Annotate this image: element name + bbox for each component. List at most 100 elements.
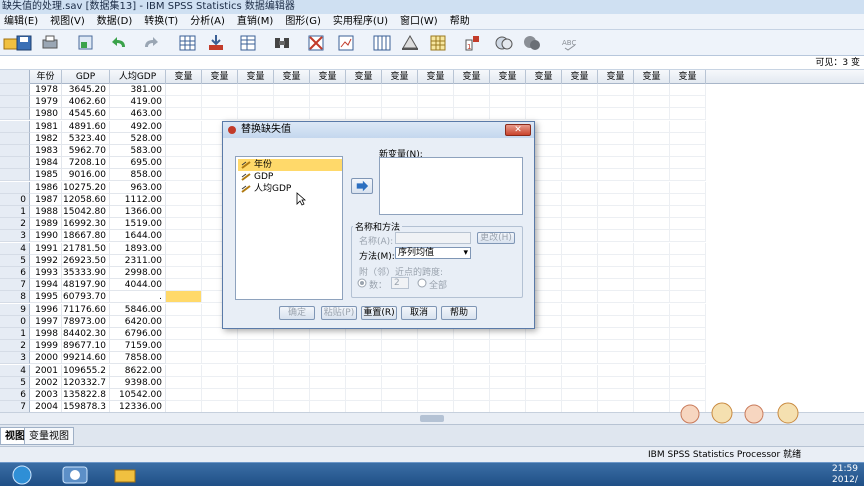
table-cell[interactable]: 7208.10: [62, 157, 110, 170]
table-cell[interactable]: 2311.00: [110, 254, 166, 267]
row-number[interactable]: 9: [0, 303, 30, 316]
empty-cell[interactable]: [562, 376, 598, 389]
column-header[interactable]: 变量: [418, 70, 454, 84]
empty-cell[interactable]: [670, 157, 706, 170]
row-number[interactable]: 0: [0, 193, 30, 206]
empty-cell[interactable]: [634, 254, 670, 267]
empty-cell[interactable]: [490, 401, 526, 412]
table-cell[interactable]: 5323.40: [62, 132, 110, 145]
empty-cell[interactable]: [598, 291, 634, 304]
menu-item[interactable]: 实用程序(U): [329, 14, 392, 30]
empty-cell[interactable]: [382, 96, 418, 109]
empty-cell[interactable]: [346, 328, 382, 340]
empty-cell[interactable]: [562, 132, 598, 145]
table-cell[interactable]: 1978: [30, 84, 62, 96]
goto-case-icon[interactable]: [178, 33, 198, 53]
table-cell[interactable]: 1996: [30, 303, 62, 316]
empty-cell[interactable]: [562, 315, 598, 328]
table-cell[interactable]: 159878.3: [62, 401, 110, 412]
empty-cell[interactable]: [670, 230, 706, 243]
column-header[interactable]: 变量: [490, 70, 526, 84]
row-number[interactable]: 2: [0, 218, 30, 231]
empty-cell[interactable]: [670, 303, 706, 316]
empty-cell[interactable]: [166, 376, 202, 389]
save-icon[interactable]: [14, 33, 34, 53]
column-header[interactable]: 变量: [382, 70, 418, 84]
table-cell[interactable]: 419.00: [110, 96, 166, 109]
empty-cell[interactable]: [562, 145, 598, 157]
name-input[interactable]: [395, 232, 471, 244]
table-cell[interactable]: 1990: [30, 230, 62, 243]
empty-cell[interactable]: [418, 96, 454, 109]
empty-cell[interactable]: [598, 169, 634, 182]
empty-cell[interactable]: [670, 145, 706, 157]
menu-item[interactable]: 数据(D): [93, 14, 137, 30]
dialog-recall-icon[interactable]: [76, 33, 96, 53]
empty-cell[interactable]: [598, 157, 634, 170]
row-number[interactable]: [0, 181, 30, 194]
empty-cell[interactable]: [634, 96, 670, 109]
table-cell[interactable]: 12058.60: [62, 193, 110, 206]
empty-cell[interactable]: [274, 328, 310, 340]
table-cell[interactable]: 463.00: [110, 108, 166, 121]
empty-cell[interactable]: [346, 84, 382, 96]
empty-cell[interactable]: [670, 181, 706, 194]
column-header[interactable]: 变量: [202, 70, 238, 84]
empty-cell[interactable]: [670, 218, 706, 231]
empty-cell[interactable]: [598, 206, 634, 218]
empty-cell[interactable]: [562, 291, 598, 304]
empty-cell[interactable]: [346, 376, 382, 389]
source-variable-list[interactable]: 年份 GDP 人均GDP: [235, 156, 343, 300]
reset-button[interactable]: 重置(R): [361, 306, 397, 320]
empty-cell[interactable]: [166, 132, 202, 145]
empty-cell[interactable]: [166, 315, 202, 328]
empty-cell[interactable]: [166, 303, 202, 316]
empty-cell[interactable]: [634, 157, 670, 170]
spell-check-icon[interactable]: ABC: [560, 33, 580, 53]
table-cell[interactable]: 1998: [30, 328, 62, 340]
start-button-icon[interactable]: [4, 465, 40, 485]
new-variable-list[interactable]: [379, 157, 523, 215]
empty-cell[interactable]: [274, 364, 310, 377]
empty-cell[interactable]: [598, 120, 634, 133]
empty-cell[interactable]: [166, 267, 202, 279]
table-cell[interactable]: 1986: [30, 181, 62, 194]
empty-cell[interactable]: [634, 84, 670, 96]
value-labels-icon[interactable]: 1: [462, 33, 482, 53]
table-cell[interactable]: 1366.00: [110, 206, 166, 218]
menu-item[interactable]: 转换(T): [140, 14, 182, 30]
empty-cell[interactable]: [526, 389, 562, 401]
empty-cell[interactable]: [418, 352, 454, 365]
table-cell[interactable]: 1893.00: [110, 242, 166, 255]
empty-cell[interactable]: [598, 145, 634, 157]
table-cell[interactable]: 1993: [30, 267, 62, 279]
table-cell[interactable]: 1980: [30, 108, 62, 121]
table-cell[interactable]: 1994: [30, 279, 62, 292]
table-cell[interactable]: 1995: [30, 291, 62, 304]
empty-cell[interactable]: [346, 96, 382, 109]
table-cell[interactable]: 2000: [30, 352, 62, 365]
empty-cell[interactable]: [598, 96, 634, 109]
table-cell[interactable]: 1987: [30, 193, 62, 206]
table-cell[interactable]: .: [110, 291, 166, 304]
empty-cell[interactable]: [166, 352, 202, 365]
row-number[interactable]: 2: [0, 340, 30, 353]
row-number[interactable]: [0, 108, 30, 121]
empty-cell[interactable]: [598, 132, 634, 145]
table-cell[interactable]: 1988: [30, 206, 62, 218]
empty-cell[interactable]: [598, 193, 634, 206]
empty-cell[interactable]: [454, 328, 490, 340]
empty-cell[interactable]: [202, 352, 238, 365]
empty-cell[interactable]: [274, 376, 310, 389]
empty-cell[interactable]: [634, 291, 670, 304]
empty-cell[interactable]: [598, 328, 634, 340]
table-cell[interactable]: 1999: [30, 340, 62, 353]
empty-cell[interactable]: [238, 108, 274, 121]
column-header[interactable]: 变量: [274, 70, 310, 84]
empty-cell[interactable]: [598, 230, 634, 243]
column-header[interactable]: 人均GDP: [110, 70, 166, 84]
empty-cell[interactable]: [382, 376, 418, 389]
empty-cell[interactable]: [166, 193, 202, 206]
empty-cell[interactable]: [526, 328, 562, 340]
empty-cell[interactable]: [454, 108, 490, 121]
